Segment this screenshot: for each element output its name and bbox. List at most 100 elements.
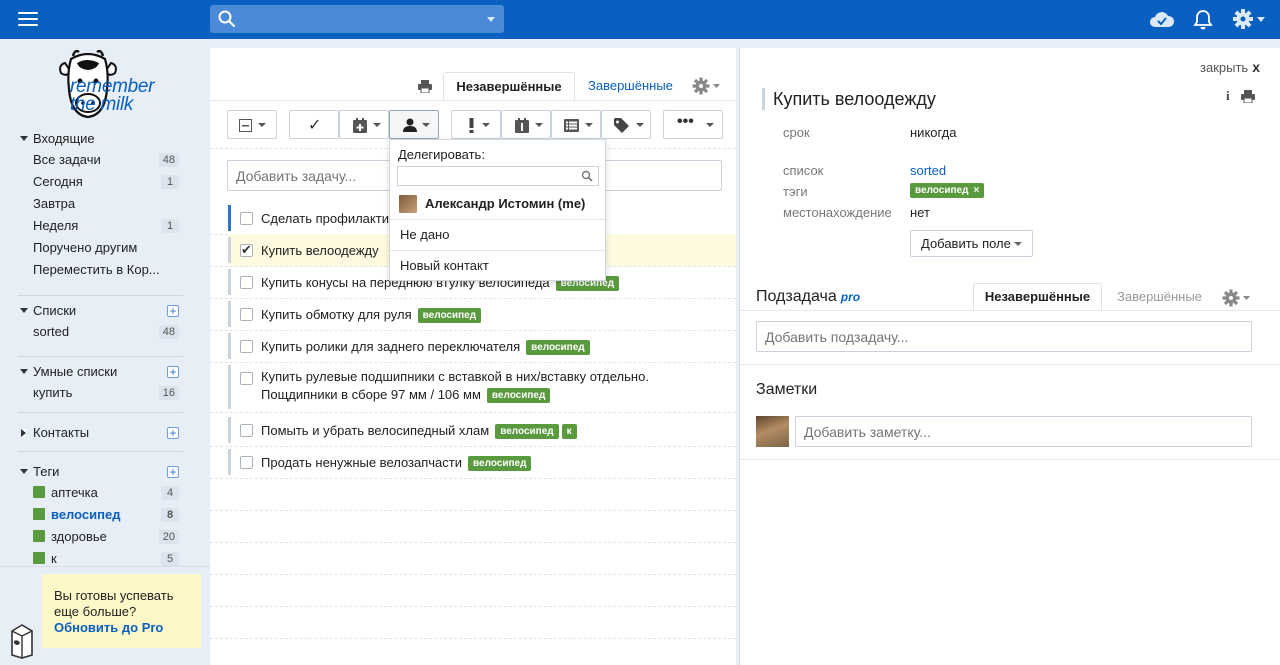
task-checkbox[interactable] <box>240 424 253 437</box>
sidebar-item-trash[interactable]: Переместить в Кор... <box>18 259 183 281</box>
sidebar-item-week[interactable]: Неделя 1 <box>18 215 183 237</box>
sidebar-item-tomorrow[interactable]: Завтра <box>18 193 183 215</box>
task-checkbox[interactable] <box>240 372 253 385</box>
print-icon[interactable] <box>1241 90 1255 103</box>
subtask-tab-complete[interactable]: Завершённые <box>1117 283 1202 310</box>
menu-icon[interactable] <box>18 12 38 26</box>
row-separator <box>210 574 736 575</box>
task-tag[interactable]: к <box>561 424 577 439</box>
task-tag[interactable]: велосипед <box>495 424 559 439</box>
expand-icon[interactable] <box>20 369 28 374</box>
select-button[interactable] <box>227 110 277 139</box>
list-value-link[interactable]: sorted <box>910 163 946 178</box>
sidebar-item-today[interactable]: Сегодня 1 <box>18 171 183 193</box>
subtask-settings-gear-icon[interactable] <box>1222 288 1252 308</box>
task-row[interactable]: Купить обмотку для руля велосипед <box>228 298 736 330</box>
add-subtask-input[interactable] <box>756 321 1252 352</box>
task-checkbox[interactable] <box>240 242 253 258</box>
task-tag[interactable]: велосипед <box>526 340 590 355</box>
detail-tag[interactable]: велосипед × <box>910 183 985 198</box>
cloud-sync-icon[interactable] <box>1149 9 1175 29</box>
task-checkbox[interactable] <box>240 456 253 469</box>
delegate-button[interactable] <box>389 110 439 139</box>
bell-icon[interactable] <box>1193 9 1213 31</box>
task-name[interactable]: Помыть и убрать велосипедный хлам велосип… <box>261 423 577 439</box>
inbox-header[interactable]: Входящие <box>18 129 183 149</box>
task-tag[interactable]: велосипед <box>486 388 551 403</box>
sidebar-tag-bicycle[interactable]: велосипед 8 <box>18 504 183 526</box>
sidebar-item-sorted[interactable]: sorted 48 <box>18 321 183 343</box>
remove-tag-icon[interactable]: × <box>973 185 979 196</box>
task-name[interactable]: Купить обмотку для руля велосипед <box>261 307 482 323</box>
sidebar-tag-health[interactable]: здоровье 20 <box>18 526 183 548</box>
tags-header[interactable]: Теги + <box>18 462 183 482</box>
row-separator <box>210 412 736 413</box>
location-value[interactable]: нет <box>910 205 930 220</box>
tag-color-swatch <box>33 552 45 564</box>
task-row[interactable]: Продать ненужные велозапчасти велосипед <box>228 446 736 478</box>
upgrade-pro-link[interactable]: Обновить до Pro <box>54 620 201 636</box>
delegate-option-me[interactable]: Александр Истомин (me) <box>390 189 605 219</box>
task-row[interactable]: Купить ролики для заднего переключателя в… <box>228 330 736 362</box>
more-button[interactable]: ••• <box>663 110 723 139</box>
task-name[interactable]: Сделать профилакти <box>261 211 389 226</box>
sidebar-item-buy[interactable]: купить 16 <box>18 382 183 404</box>
task-name[interactable]: Купить рулевые подшипники с вставкой в н… <box>261 368 721 404</box>
expand-icon[interactable] <box>20 469 28 474</box>
close-icon[interactable]: x <box>1252 59 1260 75</box>
list-settings-gear-icon[interactable] <box>692 76 722 96</box>
lists-header[interactable]: Списки + <box>18 301 183 321</box>
subtask-tab-incomplete[interactable]: Незавершённые <box>973 283 1102 310</box>
delegate-option-none[interactable]: Не дано <box>390 220 605 250</box>
sidebar-item-all-tasks[interactable]: Все задачи 48 <box>18 149 183 171</box>
task-checkbox[interactable] <box>240 340 253 353</box>
smart-lists-header[interactable]: Умные списки + <box>18 362 183 382</box>
tab-incomplete[interactable]: Незавершённые <box>443 72 575 101</box>
task-title[interactable]: Купить велоодежду <box>762 88 936 110</box>
add-contact-icon[interactable]: + <box>167 427 179 439</box>
task-checkbox[interactable] <box>240 276 253 289</box>
divider <box>740 364 1280 365</box>
task-tag[interactable]: велосипед <box>417 308 482 323</box>
task-row[interactable]: Помыть и убрать велосипедный хлам велосип… <box>228 414 736 446</box>
settings-gear-icon[interactable] <box>1232 8 1266 30</box>
move-to-list-button[interactable] <box>551 110 601 139</box>
close-details-link[interactable]: закрыть x <box>1200 59 1260 75</box>
info-icon[interactable]: i <box>1226 88 1230 104</box>
tab-complete[interactable]: Завершённые <box>588 72 673 100</box>
task-name[interactable]: Продать ненужные велозапчасти велосипед <box>261 455 532 471</box>
due-value[interactable]: никогда <box>910 125 956 140</box>
add-field-button[interactable]: Добавить поле <box>910 230 1033 257</box>
contacts-header[interactable]: Контакты + <box>18 423 183 443</box>
priority-bar <box>228 449 231 475</box>
collapsed-icon[interactable] <box>21 429 26 437</box>
delegate-search-input[interactable] <box>397 166 599 186</box>
task-row[interactable]: Купить рулевые подшипники с вставкой в н… <box>228 362 736 412</box>
search-input[interactable] <box>242 9 482 29</box>
add-tag-icon[interactable]: + <box>167 466 179 478</box>
task-tag[interactable]: велосипед <box>468 456 532 471</box>
task-checkbox[interactable] <box>240 308 253 321</box>
add-list-icon[interactable]: + <box>167 305 179 317</box>
search-box[interactable] <box>210 5 504 33</box>
chevron-down-icon <box>1014 242 1022 246</box>
postpone-button[interactable] <box>501 110 551 139</box>
search-options-icon[interactable] <box>487 17 495 22</box>
task-name[interactable]: Купить велоодежду <box>261 243 379 258</box>
task-checkbox[interactable] <box>240 212 253 225</box>
sidebar-tag-first-aid[interactable]: аптечка 4 <box>18 482 183 504</box>
due-date-button[interactable] <box>339 110 389 139</box>
sidebar-item-delegated[interactable]: Поручено другим <box>18 237 183 259</box>
priority-button[interactable] <box>451 110 501 139</box>
complete-button[interactable]: ✓ <box>289 110 339 139</box>
expand-icon[interactable] <box>20 308 28 313</box>
delegate-option-new-contact[interactable]: Новый контакт <box>390 251 605 281</box>
add-smart-list-icon[interactable]: + <box>167 366 179 378</box>
priority-bar <box>228 237 231 263</box>
task-name[interactable]: Купить ролики для заднего переключателя в… <box>261 339 590 355</box>
add-note-input[interactable] <box>795 416 1252 447</box>
tags-button[interactable] <box>601 110 651 139</box>
print-icon[interactable] <box>418 80 432 93</box>
count-badge: 48 <box>158 153 179 167</box>
expand-icon[interactable] <box>20 136 28 141</box>
